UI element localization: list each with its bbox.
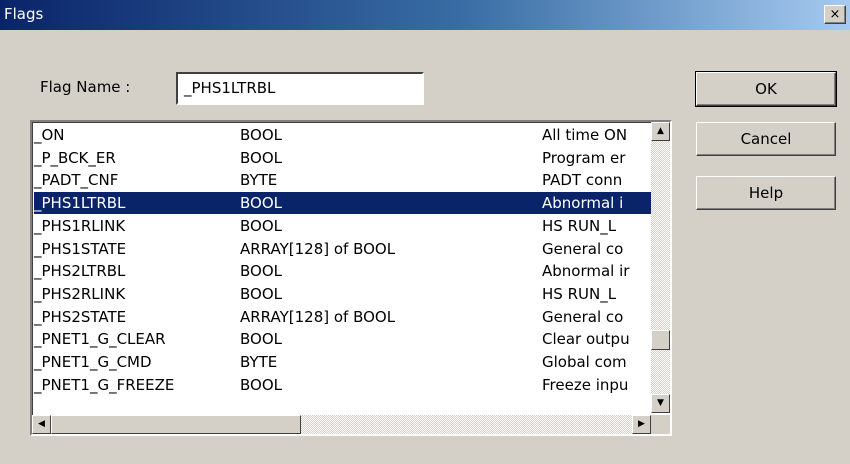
flag-name-cell: _ON — [34, 126, 65, 144]
flag-desc-cell: HS RUN_L — [542, 216, 617, 235]
title-bar[interactable]: Flags × — [0, 0, 850, 30]
flag-type-cell: ARRAY[128] of BOOL — [240, 307, 396, 326]
flag-type-cell: BOOL — [240, 216, 282, 235]
flag-desc-cell: Freeze inpu — [542, 375, 629, 394]
flag-desc-cell: Program er — [542, 148, 626, 167]
flag-row[interactable]: _PHS2LTRBL BOOL Abnormal ir — [34, 260, 653, 282]
flag-desc-cell: HS RUN_L — [542, 284, 617, 303]
flag-desc-cell: Clear outpu — [542, 330, 630, 349]
horizontal-scrollbar[interactable]: ◀ ▶ — [32, 415, 651, 434]
flag-desc-cell: PADT conn — [542, 171, 623, 190]
flag-row[interactable]: _PNET1_G_CLEAR BOOL Clear outpu — [34, 328, 653, 350]
flag-type-cell: BOOL — [240, 126, 282, 144]
dialog-title: Flags — [4, 5, 44, 23]
flag-row[interactable]: _PADT_CNF BYTE PADT conn — [34, 169, 653, 191]
flag-type-cell: BOOL — [240, 262, 282, 281]
flags-dialog: Flags × Flag Name : _PHS1LTRBL OK Cancel… — [0, 0, 850, 464]
flag-type-cell: BYTE — [240, 171, 278, 190]
flag-desc-cell: Abnormal i — [542, 194, 624, 213]
arrow-right-icon: ▶ — [638, 419, 645, 429]
vertical-scrollbar[interactable]: ▲ ▼ — [651, 122, 670, 413]
flag-row[interactable]: _PHS1STATE ARRAY[128] of BOOL General co — [34, 238, 653, 260]
horizontal-scroll-thumb[interactable] — [51, 415, 301, 434]
flag-name-cell: _PHS2LTRBL — [34, 262, 126, 281]
flag-type-cell: BYTE — [240, 353, 278, 371]
flag-row[interactable]: _P_BCK_ER BOOL Program er — [34, 147, 653, 169]
flag-type-cell: BOOL — [240, 284, 282, 303]
flag-name-label: Flag Name : — [40, 78, 131, 96]
flag-desc-cell: General co — [542, 239, 624, 258]
flag-name-cell: _PADT_CNF — [34, 171, 119, 190]
flag-desc-cell: All time ON — [542, 126, 628, 144]
flag-desc-cell: Abnormal ir — [542, 262, 630, 281]
close-icon: × — [829, 7, 841, 22]
flag-name-cell: _P_BCK_ER — [34, 148, 116, 167]
cancel-button[interactable]: Cancel — [696, 122, 836, 156]
flag-name-cell: _PHS1STATE — [34, 239, 127, 258]
flag-desc-cell: General co — [542, 307, 624, 326]
scrollbar-corner — [651, 415, 670, 434]
arrow-left-icon: ◀ — [38, 419, 45, 429]
scroll-down-button[interactable]: ▼ — [651, 394, 670, 413]
scroll-right-button[interactable]: ▶ — [632, 415, 651, 434]
flag-row[interactable]: _PNET1_G_FREEZE BOOL Freeze inpu — [34, 374, 653, 396]
flag-name-cell: _PNET1_G_CMD — [34, 353, 152, 371]
flag-name-input[interactable]: _PHS1LTRBL — [176, 72, 424, 105]
flag-row[interactable]: _PHS2RLINK BOOL HS RUN_L — [34, 283, 653, 305]
flag-type-cell: BOOL — [240, 148, 282, 167]
flag-name-cell: _PHS1LTRBL — [34, 194, 126, 213]
flag-name-cell: _PNET1_G_CLEAR — [34, 330, 166, 349]
arrow-down-icon: ▼ — [657, 398, 664, 408]
help-button[interactable]: Help — [696, 176, 836, 210]
ok-button[interactable]: OK — [695, 71, 837, 107]
flag-name-cell: _PHS1RLINK — [34, 216, 126, 235]
flag-name-cell: _PNET1_G_FREEZE — [34, 375, 175, 394]
flag-row[interactable]: _PHS2STATE ARRAY[128] of BOOL General co — [34, 306, 653, 328]
scroll-up-button[interactable]: ▲ — [651, 122, 670, 141]
vertical-scroll-thumb[interactable] — [651, 330, 670, 350]
flag-row[interactable]: _ON BOOL All time ON — [34, 124, 653, 146]
flag-name-cell: _PHS2RLINK — [34, 284, 126, 303]
flag-desc-cell: Global com — [542, 353, 627, 371]
flag-list[interactable]: _ON BOOL All time ON _P_BCK_ER BOOL Program e… — [30, 120, 672, 436]
flag-type-cell: BOOL — [240, 375, 282, 394]
flag-row[interactable]: _PNET1_G_CMD BYTE Global com — [34, 351, 653, 373]
flag-row[interactable]: _PHS1RLINK BOOL HS RUN_L — [34, 215, 653, 237]
arrow-up-icon: ▲ — [657, 126, 664, 136]
scroll-left-button[interactable]: ◀ — [32, 415, 51, 434]
flag-row[interactable]: _PHS1LTRBL BOOL Abnormal i — [34, 192, 653, 215]
close-button[interactable]: × — [824, 5, 846, 24]
flag-type-cell: BOOL — [240, 194, 282, 213]
flag-type-cell: ARRAY[128] of BOOL — [240, 239, 396, 258]
flag-name-cell: _PHS2STATE — [34, 307, 127, 326]
flag-type-cell: BOOL — [240, 330, 282, 349]
